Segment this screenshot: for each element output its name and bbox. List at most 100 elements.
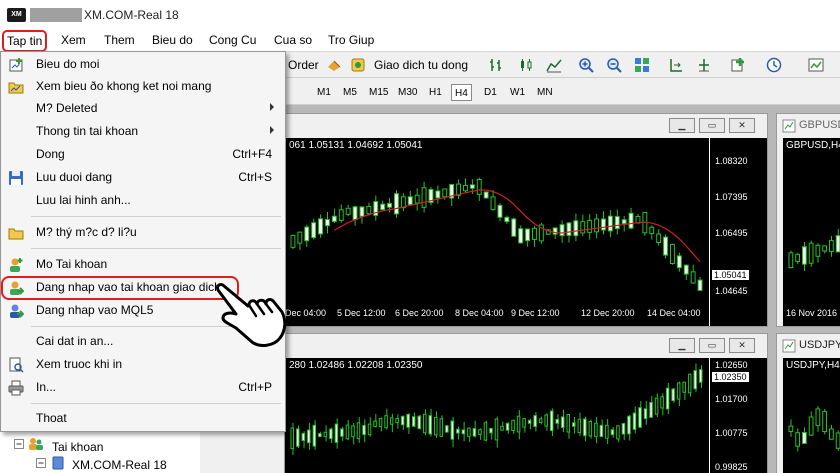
zoom-out-icon[interactable] [606,57,622,73]
zoom-in-icon[interactable] [578,57,594,73]
line-chart-icon[interactable] [546,57,562,73]
menu-item-open-account[interactable]: Mo Tai khoan [2,254,284,276]
candle-body [522,418,526,428]
candle-body [614,216,620,230]
chart-canvas-gbpusd[interactable]: GBPUSD,H4 16 Nov 2016 [783,138,840,326]
menu-item-new-chart[interactable]: Bieu do moi [2,54,284,76]
chart-shift-icon[interactable] [668,57,684,73]
menu-window[interactable]: Cua so [274,33,312,47]
templates-icon[interactable] [808,57,824,73]
chart-canvas-usdjpy[interactable]: USDJPY,H4 [783,358,840,473]
menu-tools[interactable]: Cong Cu [209,33,256,47]
candle-body [538,418,543,423]
menu-item-close[interactable]: Dong Ctrl+F4 [2,144,284,166]
chart-window-usdjpy: USDJPY USDJPY,H4 [776,333,840,473]
redacted-account-number [30,8,82,22]
candlestick-series [788,228,840,271]
candle-body [463,185,468,192]
candle-body [670,243,675,264]
candle-body [331,215,337,222]
tree-expander-icon[interactable] [36,458,46,468]
candle-body [511,218,517,237]
candle-body [442,188,448,198]
accounts-icon [29,438,43,450]
tile-windows-icon[interactable] [634,57,650,73]
candle-body [835,432,840,449]
menu-item-label: Thoat [36,411,67,425]
menu-item-account-info[interactable]: Thong tin tai khoan [2,121,284,143]
indicators-icon[interactable] [730,57,746,73]
tree-expander-icon[interactable] [14,439,24,449]
candle-body [352,206,358,221]
close-button[interactable]: ✕ [729,338,755,353]
auto-trading-button[interactable]: Giao dich tu dong [374,58,468,72]
periods-clock-icon[interactable] [766,57,782,73]
menu-item-open-data-folder[interactable]: M? thý m?c d? li?u [2,222,284,244]
auto-scroll-icon[interactable] [696,57,712,73]
open-account-icon [10,258,23,272]
tree-item-server[interactable]: XM.COM-Real 18 [72,458,167,472]
highlight-annotation [1,276,239,300]
menu-item-exit[interactable]: Thoat [2,408,284,430]
candle-body [476,178,482,195]
candle-body [445,425,449,433]
candle-body [345,424,350,440]
menu-item-open-offline[interactable]: Xem bieu ðo khong ket noi mang [2,76,284,98]
menu-item-save-picture[interactable]: Luu lai hinh anh... [2,190,284,212]
menu-insert[interactable]: Them [104,33,135,47]
menu-file[interactable]: Tap tin [2,30,48,52]
candle-body [497,204,503,218]
timeframe-m15[interactable]: M15 [366,84,391,101]
menu-item-save-as[interactable]: Luu duoi dang Ctrl+S [2,167,284,189]
minimize-button[interactable]: ▁ [669,338,695,353]
candle-body [549,410,554,432]
timeframe-h4[interactable]: H4 [451,84,472,101]
chart-canvas-main[interactable]: 061 1.05131 1.04692 1.05041 1.08320 1.07… [285,138,767,326]
timeframe-m30[interactable]: M30 [395,84,420,101]
menu-item-print-preview[interactable]: Xem truoc khi in [2,354,284,376]
minimize-button[interactable]: ▁ [669,118,695,133]
time-label: 5 Dec 12:00 [337,308,386,318]
open-offline-icon [8,82,24,94]
timeframe-h1[interactable]: H1 [426,84,445,101]
close-button[interactable]: ✕ [729,118,755,133]
timeframe-mn[interactable]: MN [534,84,556,101]
bar-chart-icon[interactable] [488,57,504,73]
restore-button[interactable]: ▭ [699,338,725,353]
candle-body [296,428,300,447]
candle-body [654,397,659,415]
chart-tab-usdjpy[interactable]: USDJPY [799,339,840,351]
chart-tab-gbpusd[interactable]: GBPUSD [799,119,840,131]
candle-body [461,429,466,435]
candle-body [682,381,686,393]
price-label: 1.01700 [715,394,748,404]
candle-body [822,245,827,252]
timeframe-m5[interactable]: M5 [340,84,360,101]
candle-body [472,428,477,437]
new-order-button[interactable]: Order [288,58,319,72]
candle-body [467,427,471,437]
timeframe-m1[interactable]: M1 [314,84,334,101]
candlestick-icon[interactable] [518,57,534,73]
menu-charts[interactable]: Bieu do [152,33,193,47]
restore-button[interactable]: ▭ [699,118,725,133]
menu-item-print[interactable]: In... Ctrl+P [2,377,284,399]
auto-trading-toggle-icon[interactable] [350,57,366,73]
menu-help[interactable]: Tro Giup [328,33,374,47]
candle-body [380,203,386,211]
candle-body [359,206,365,217]
candle-body [580,221,586,234]
candle-body [450,420,455,440]
tree-item-accounts[interactable]: Tai khoan [52,440,103,454]
menu-item-label: Xem bieu ðo khong ket noi mang [36,79,212,93]
menu-item-open-deleted[interactable]: M? Deleted [2,98,284,120]
timeframe-w1[interactable]: W1 [507,84,528,101]
candle-body [340,428,344,437]
timeframe-d1[interactable]: D1 [481,84,500,101]
menu-view[interactable]: Xem [61,33,86,47]
hand-pointer-icon [216,283,287,347]
chart-canvas-lower[interactable]: 280 1.02486 1.02208 1.02350 1.02650 1.02… [285,358,767,473]
candle-body [632,412,637,430]
candle-body [693,370,697,390]
candle-body [434,416,438,436]
